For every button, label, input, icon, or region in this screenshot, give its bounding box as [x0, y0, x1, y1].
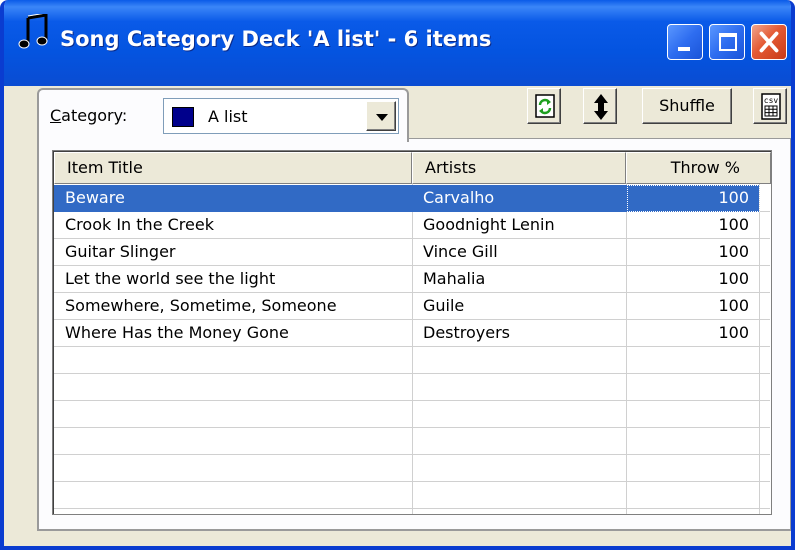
- table-row[interactable]: Somewhere, Sometime, Someone Guile 100: [54, 293, 759, 320]
- shuffle-button[interactable]: Shuffle: [642, 88, 732, 124]
- close-icon: [759, 31, 779, 53]
- cell-throw: 100: [718, 215, 749, 234]
- category-color-swatch: [172, 107, 194, 127]
- cell-artist: Guile: [423, 296, 465, 315]
- category-label: Category:: [50, 106, 128, 125]
- table-row[interactable]: Crook In the Creek Goodnight Lenin 100: [54, 212, 759, 239]
- sort-arrows-icon: [594, 94, 608, 120]
- category-selected-value: A list: [208, 107, 248, 126]
- cell-title: Let the world see the light: [65, 269, 276, 288]
- cell-artist: Mahalia: [423, 269, 486, 288]
- column-header-item-title[interactable]: Item Title: [54, 152, 412, 184]
- csv-export-icon: csv: [761, 93, 781, 120]
- refresh-icon: [535, 94, 555, 118]
- music-note-icon: [18, 14, 48, 49]
- csv-export-button[interactable]: csv: [753, 88, 787, 124]
- cell-throw: 100: [718, 269, 749, 288]
- cell-artist: Goodnight Lenin: [423, 215, 555, 234]
- cell-artist: Destroyers: [423, 323, 511, 342]
- cell-title: Guitar Slinger: [65, 242, 176, 261]
- maximize-button[interactable]: [709, 24, 745, 60]
- table-row[interactable]: Where Has the Money Gone Destroyers 100: [54, 320, 759, 347]
- category-dropdown[interactable]: A list: [163, 98, 399, 134]
- table-row[interactable]: Beware Carvalho 100: [54, 185, 760, 212]
- maximize-icon: [719, 33, 737, 51]
- cell-throw: 100: [718, 323, 749, 342]
- cell-artist: Vince Gill: [423, 242, 498, 261]
- chevron-down-icon: [376, 114, 388, 121]
- song-list[interactable]: Item Title Artists Throw % Beware Carval…: [52, 150, 772, 515]
- window-title: Song Category Deck 'A list' - 6 items: [60, 27, 492, 51]
- svg-text:csv: csv: [764, 96, 779, 105]
- title-bar[interactable]: Song Category Deck 'A list' - 6 items: [4, 0, 791, 86]
- column-header-throw-percent[interactable]: Throw %: [626, 152, 771, 184]
- minimize-icon: [678, 47, 690, 51]
- app-window: Song Category Deck 'A list' - 6 items Ca…: [0, 0, 795, 550]
- minimize-button[interactable]: [667, 24, 703, 60]
- cell-throw: 100: [718, 242, 749, 261]
- cell-throw: 100: [718, 188, 749, 207]
- column-header-artists[interactable]: Artists: [412, 152, 626, 184]
- sort-button[interactable]: [583, 88, 617, 124]
- cell-title: Where Has the Money Gone: [65, 323, 289, 342]
- table-row[interactable]: Let the world see the light Mahalia 100: [54, 266, 759, 293]
- cell-title: Somewhere, Sometime, Someone: [65, 296, 337, 315]
- cell-throw: 100: [718, 296, 749, 315]
- cell-title: Crook In the Creek: [65, 215, 214, 234]
- dropdown-button[interactable]: [366, 101, 396, 131]
- cell-artist: Carvalho: [423, 188, 495, 207]
- cell-title: Beware: [65, 188, 125, 207]
- table-row[interactable]: Guitar Slinger Vince Gill 100: [54, 239, 759, 266]
- close-button[interactable]: [751, 24, 787, 60]
- refresh-button[interactable]: [527, 88, 561, 124]
